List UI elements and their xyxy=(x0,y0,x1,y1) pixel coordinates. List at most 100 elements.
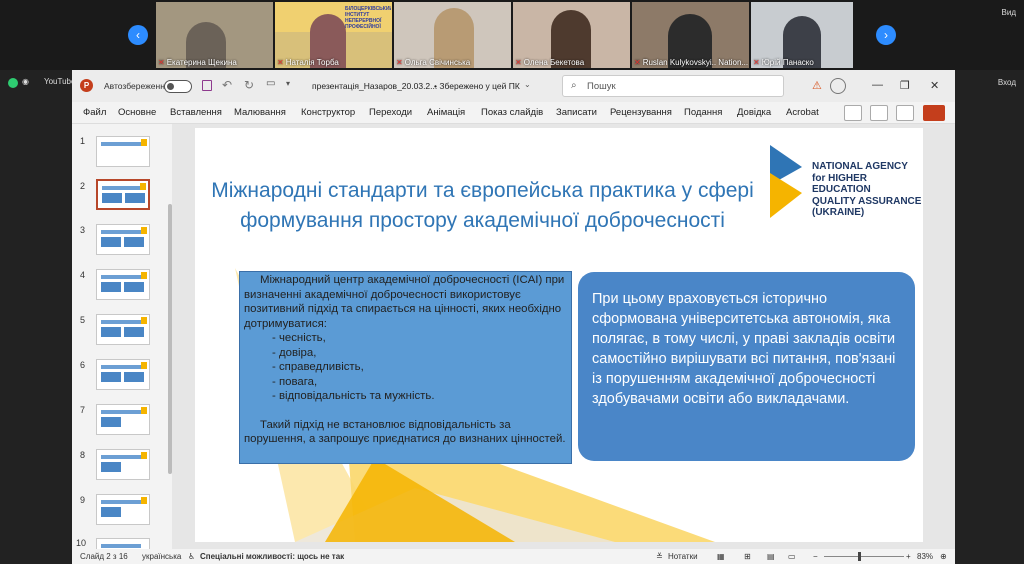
agency-logo-text: NATIONAL AGENCY for HIGHER EDUCATION QUA… xyxy=(812,161,922,218)
slide-title[interactable]: Міжнародні стандарти та європейська прак… xyxy=(195,176,770,236)
zoom-slider[interactable] xyxy=(824,552,904,561)
notes-button[interactable]: Нотатки xyxy=(668,552,698,561)
meeting-right-rail xyxy=(955,70,1024,564)
minimize-icon[interactable]: — xyxy=(872,79,883,91)
security-shield-icon[interactable] xyxy=(8,78,18,88)
participant-tile[interactable]: ✕ Екатерина Щекина xyxy=(156,2,273,68)
participant-tile[interactable]: ✕ Олена Бекетова xyxy=(513,2,630,68)
participant-tile[interactable]: БІЛОЦЕРКІВСЬКИЙ ІНСТИТУТ НЕПЕРЕРВНОЇ ПРО… xyxy=(275,2,392,68)
document-filename: презентація_Назаров_20.03.2... xyxy=(312,81,438,91)
thumbnail-number: 9 xyxy=(80,495,86,505)
title-bar: P Автозбереження ↶ ↻ ▭ ▾ презентація_Наз… xyxy=(72,70,955,102)
zoom-out-icon[interactable]: − xyxy=(813,552,818,561)
tab-home[interactable]: Основне xyxy=(118,107,156,118)
zoom-in-icon[interactable]: + xyxy=(906,552,911,561)
language-indicator[interactable]: українська xyxy=(142,552,181,561)
current-slide[interactable]: Міжнародні стандарти та європейська прак… xyxy=(195,128,923,542)
slide-thumbnail[interactable] xyxy=(96,136,150,167)
rss-icon[interactable]: ◉ xyxy=(22,77,29,86)
tab-review[interactable]: Рецензування xyxy=(610,107,672,118)
view-button[interactable]: Вид xyxy=(1002,8,1016,17)
tab-design[interactable]: Конструктор xyxy=(301,107,355,118)
tab-insert[interactable]: Вставлення xyxy=(170,107,222,118)
close-icon[interactable]: ✕ xyxy=(930,79,939,92)
tab-file[interactable]: Файл xyxy=(83,107,106,118)
thumbnail-number: 2 xyxy=(80,181,86,191)
login-button[interactable]: Вход xyxy=(998,78,1016,87)
normal-view-icon[interactable]: ▦ xyxy=(717,552,725,561)
comments-icon[interactable] xyxy=(896,105,914,121)
search-icon: ⌕ xyxy=(571,80,577,91)
tab-animations[interactable]: Анімація xyxy=(427,107,465,118)
slide-thumbnail[interactable] xyxy=(96,449,150,480)
save-icon[interactable] xyxy=(202,80,212,91)
tab-transitions[interactable]: Переходи xyxy=(369,107,412,118)
muted-mic-icon: ✕ xyxy=(515,58,522,67)
slide-thumbnail-pane: 1 2 3 4 5 6 7 8 9 10 xyxy=(72,124,172,549)
university-autonomy-textbox[interactable]: При цьому враховується історично сформов… xyxy=(578,272,915,461)
thumbnail-number: 5 xyxy=(80,315,86,325)
icai-intro-text: Міжнародний центр академічної доброчесно… xyxy=(244,274,565,330)
participant-tile[interactable]: ✕ Ольга Свічинська xyxy=(394,2,511,68)
meeting-left-rail: ◉ YouTube xyxy=(0,70,75,564)
restore-icon[interactable]: ❐ xyxy=(900,79,910,92)
presenter-view-icon[interactable]: ▭ xyxy=(788,552,796,561)
reading-view-icon[interactable]: ▤ xyxy=(767,552,775,561)
muted-mic-icon: ✕ xyxy=(396,58,403,67)
slide-thumbnail[interactable] xyxy=(96,314,150,345)
slide-thumbnail[interactable] xyxy=(96,538,150,549)
banner-text: БІЛОЦЕРКІВСЬКИЙ ІНСТИТУТ НЕПЕРЕРВНОЇ ПРО… xyxy=(345,6,391,30)
slide-thumbnail-active[interactable] xyxy=(96,179,150,210)
tab-view[interactable]: Подання xyxy=(684,107,722,118)
thumbnail-number: 8 xyxy=(80,450,86,460)
participant-tile[interactable]: ✕ Юрій Панаско xyxy=(751,2,853,68)
thumbnail-number: 6 xyxy=(80,360,86,370)
slide-editor-canvas: Міжнародні стандарти та європейська прак… xyxy=(172,124,955,549)
powerpoint-logo-icon: P xyxy=(80,79,93,92)
accessibility-status[interactable]: Спеціальні можливості: щось не так xyxy=(200,552,344,561)
tab-acrobat[interactable]: Acrobat xyxy=(786,107,819,118)
slide-sorter-icon[interactable]: ⊞ xyxy=(744,552,751,561)
slideshow-icon[interactable]: ▭ xyxy=(266,78,275,89)
tab-record[interactable]: Записати xyxy=(556,107,597,118)
thumbnail-number: 1 xyxy=(80,136,86,146)
redo-icon[interactable]: ↻ xyxy=(244,78,254,92)
notes-icon[interactable]: ≚ xyxy=(656,552,663,561)
slide-thumbnail[interactable] xyxy=(96,224,150,255)
warning-icon[interactable]: ⚠ xyxy=(812,79,822,92)
thumbnail-number: 10 xyxy=(76,538,87,548)
tab-slideshow[interactable]: Показ слайдів xyxy=(481,107,543,118)
autosave-toggle[interactable] xyxy=(164,80,192,93)
autosave-label: Автозбереження xyxy=(104,81,170,91)
customize-toolbar-icon[interactable]: ▾ xyxy=(286,79,290,88)
previous-participants-button[interactable]: ‹ xyxy=(128,25,148,45)
participant-tile[interactable]: ✕ Ruslan Kulykovskyi.. Nation... xyxy=(632,2,749,68)
zoom-level[interactable]: 83% xyxy=(917,552,933,561)
undo-icon[interactable]: ↶ xyxy=(222,78,232,92)
muted-mic-icon: ✕ xyxy=(634,58,641,67)
thumbnail-number: 7 xyxy=(80,405,86,415)
share-icon[interactable] xyxy=(923,105,945,121)
dropdown-chevron-icon[interactable]: ⌄ xyxy=(524,80,531,89)
accessibility-icon[interactable]: ♿ xyxy=(188,552,195,561)
muted-mic-icon: ✕ xyxy=(277,58,284,67)
slide-thumbnail[interactable] xyxy=(96,269,150,300)
value-item: - відповідальність та мужність. xyxy=(272,390,435,402)
fit-to-window-icon[interactable]: ⊕ xyxy=(940,552,947,561)
youtube-label[interactable]: YouTube xyxy=(44,77,75,86)
search-input[interactable]: ⌕ Пошук xyxy=(562,75,784,97)
zoom-slider-thumb[interactable] xyxy=(858,552,861,561)
record-icon[interactable] xyxy=(844,105,862,121)
next-participants-button[interactable]: › xyxy=(876,25,896,45)
value-item: - справедливість, xyxy=(272,361,364,373)
present-teams-icon[interactable] xyxy=(870,105,888,121)
slide-thumbnail[interactable] xyxy=(96,404,150,435)
icai-outro-text: Такий підхід не встановлює відповідальні… xyxy=(244,418,566,446)
slide-thumbnail[interactable] xyxy=(96,494,150,525)
icai-values-textbox[interactable]: Міжнародний центр академічної доброчесно… xyxy=(239,271,572,464)
save-status[interactable]: • Збережено у цей ПК xyxy=(434,81,520,91)
slide-thumbnail[interactable] xyxy=(96,359,150,390)
user-avatar-icon[interactable] xyxy=(830,78,846,94)
tab-draw[interactable]: Малювання xyxy=(234,107,286,118)
tab-help[interactable]: Довідка xyxy=(737,107,771,118)
